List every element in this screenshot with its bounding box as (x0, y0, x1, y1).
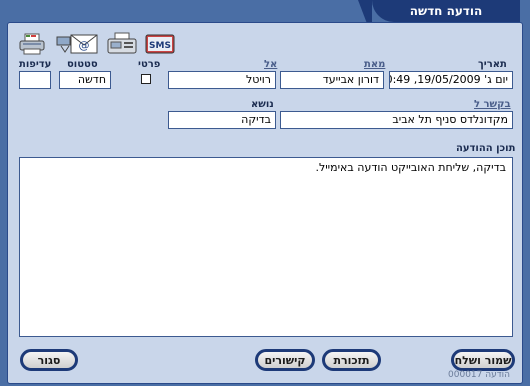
to-label[interactable]: אל (264, 59, 277, 70)
private-checkbox[interactable] (141, 74, 151, 84)
fax-icon[interactable] (105, 32, 139, 56)
from-field[interactable]: דורון אבייעד (280, 71, 384, 89)
private-label: פרטי (138, 59, 161, 70)
window-title: הודעה חדשה (372, 0, 520, 22)
from-label[interactable]: מאת (364, 59, 385, 70)
to-field[interactable]: רויטל (168, 71, 276, 89)
message-window: הודעה חדשה @ SMS תאריך מאת אל פרטי סטטוס… (0, 0, 530, 386)
sms-label: SMS (149, 41, 171, 51)
priority-field[interactable] (19, 71, 51, 89)
date-label: תאריך (478, 59, 507, 70)
reminder-button[interactable]: תזכורת (322, 349, 381, 371)
related-label[interactable]: בקשר ל (474, 99, 511, 110)
sms-icon[interactable]: SMS (145, 32, 175, 56)
subject-field[interactable]: בדיקה (168, 111, 276, 129)
message-body-text: בדיקה, שליחת האובייקט הודעה באימייל. (315, 161, 506, 174)
email-icon[interactable]: @ (55, 32, 99, 56)
message-panel: @ SMS תאריך מאת אל פרטי סטטוס עדיפות יום… (7, 22, 523, 384)
subject-label: נושא (251, 99, 274, 110)
attachments-button[interactable]: קישורים (255, 349, 315, 371)
printer-icon[interactable] (17, 32, 47, 56)
status-label: סטטוס (67, 59, 98, 70)
status-field[interactable]: חדשה (59, 71, 111, 89)
message-body-textarea[interactable]: בדיקה, שליחת האובייקט הודעה באימייל. (19, 157, 513, 337)
priority-label: עדיפות (19, 59, 52, 70)
body-label: תוכן ההודעה (456, 143, 516, 154)
date-field: יום ג' 19/05/2009, 10:49 (389, 71, 513, 89)
close-button[interactable]: סגור (20, 349, 78, 371)
save-and-send-button[interactable]: שמור ושלח (451, 349, 515, 371)
message-id: הודעה 000017 (448, 370, 510, 380)
related-field[interactable]: מקדונלדס סניף תל אביב (280, 111, 513, 129)
svg-text:@: @ (79, 39, 90, 52)
